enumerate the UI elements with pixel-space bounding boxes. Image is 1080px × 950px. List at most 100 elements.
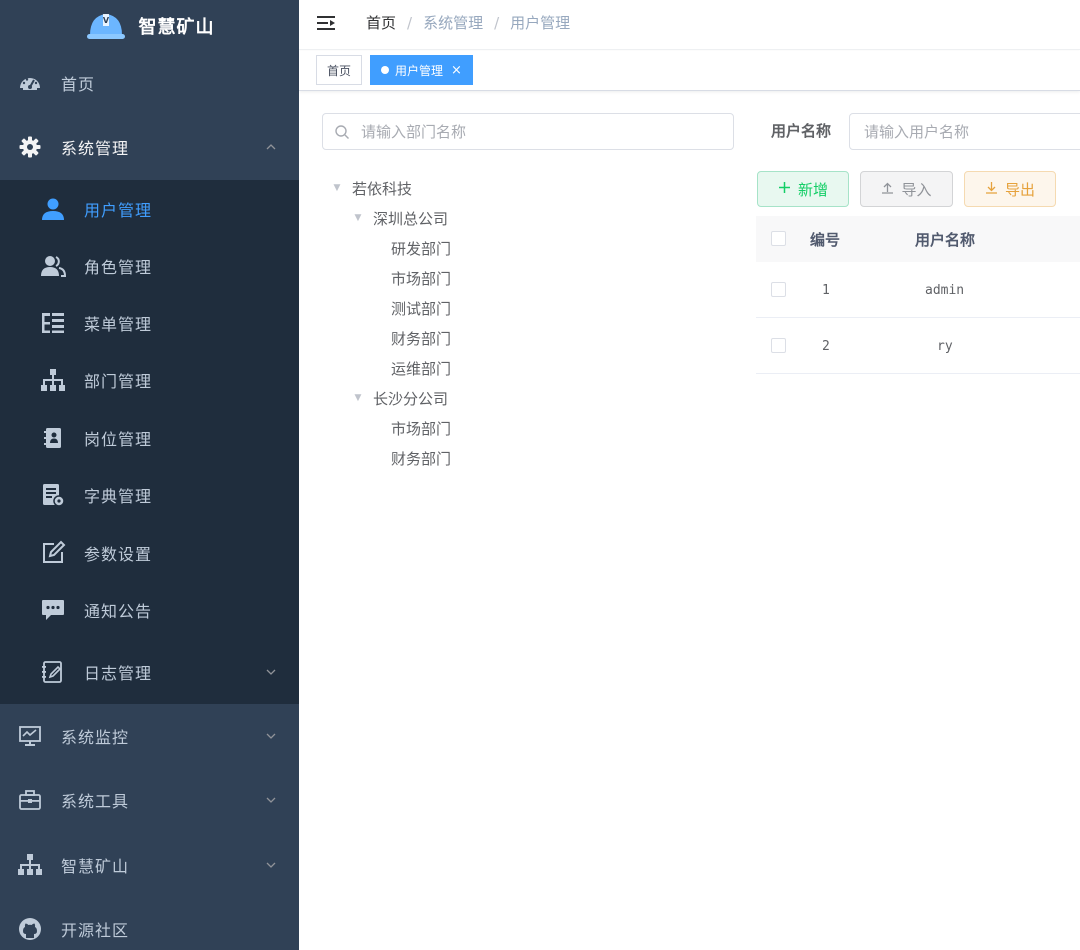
sidebar-item-smart-mine[interactable]: 智慧矿山 [0, 833, 299, 897]
sidebar-item-label: 系统工具 [61, 792, 130, 811]
cell-id: 2 [822, 338, 830, 354]
app-logo[interactable]: V 智慧矿山 [0, 0, 299, 52]
gear-icon [18, 135, 42, 159]
tree-node-market-cs[interactable]: 市场部门 [391, 416, 451, 440]
sidebar-item-notice[interactable]: 通知公告 [0, 581, 299, 638]
tree-node-changsha[interactable]: ▼ 长沙分公司 [352, 386, 448, 410]
row-checkbox[interactable] [771, 282, 786, 297]
tag-label: 用户管理 [395, 63, 444, 78]
sidebar-item-system[interactable]: 系统管理 [0, 115, 299, 179]
active-dot-icon [381, 66, 389, 74]
navbar: 首页 / 系统管理 / 用户管理 [299, 0, 1080, 50]
dict-icon [40, 482, 66, 508]
sidebar-item-dict-management[interactable]: 字典管理 [0, 466, 299, 523]
sidebar-item-monitor[interactable]: 系统监控 [0, 704, 299, 768]
app-title: 智慧矿山 [138, 17, 215, 38]
tree-node-market[interactable]: 市场部门 [391, 266, 451, 290]
sidebar-item-label: 日志管理 [84, 663, 153, 683]
tree-node-root[interactable]: ▼ 若依科技 [331, 176, 412, 200]
export-button[interactable]: 导出 [964, 171, 1056, 207]
tree-node-label: 运维部门 [391, 359, 452, 378]
org-tree-icon [40, 367, 66, 393]
cell-id: 1 [822, 282, 830, 298]
tree-node-label: 市场部门 [391, 269, 452, 288]
tree-node-dev[interactable]: 研发部门 [391, 236, 451, 260]
breadcrumb-item-system: 系统管理 [423, 14, 484, 32]
username-input[interactable] [862, 114, 1080, 149]
breadcrumb-item-home[interactable]: 首页 [366, 12, 396, 33]
tag-user-management[interactable]: 用户管理 × [370, 55, 473, 85]
column-header-id[interactable]: 编号 [810, 216, 840, 262]
helmet-logo-icon: V [85, 9, 127, 43]
edit-icon [40, 540, 66, 566]
sidebar-item-label: 字典管理 [84, 486, 153, 506]
sidebar-item-community[interactable]: 开源社区 [0, 897, 299, 950]
sidebar-item-label: 系统监控 [61, 728, 130, 747]
add-button[interactable]: 新增 [757, 171, 849, 207]
sidebar-item-user-management[interactable]: 用户管理 [0, 180, 299, 237]
log-icon [40, 659, 66, 685]
tree-node-ops[interactable]: 运维部门 [391, 356, 451, 380]
tag-home[interactable]: 首页 [316, 55, 363, 85]
tree-node-shenzhen[interactable]: ▼ 深圳总公司 [352, 206, 448, 230]
breadcrumb-separator: / [494, 13, 500, 32]
dept-search-input[interactable] [359, 114, 719, 149]
table-row[interactable]: 2 ry [756, 318, 1080, 374]
sidebar-item-label: 通知公告 [84, 601, 153, 621]
sidebar-item-label: 开源社区 [61, 921, 130, 940]
chevron-up-icon [265, 141, 277, 153]
table-header: 编号 用户名称 [756, 216, 1080, 262]
column-header-username[interactable]: 用户名称 [915, 216, 975, 262]
sidebar-item-menu-management[interactable]: 菜单管理 [0, 294, 299, 351]
tree-node-label: 市场部门 [391, 419, 452, 438]
sidebar-item-label: 用户管理 [84, 200, 153, 220]
tree-node-label: 财务部门 [391, 329, 452, 348]
select-all-checkbox[interactable] [771, 231, 786, 246]
tree-node-finance-cs[interactable]: 财务部门 [391, 446, 451, 470]
sidebar-item-params[interactable]: 参数设置 [0, 524, 299, 581]
monitor-icon [18, 724, 42, 748]
breadcrumb-separator: / [407, 13, 413, 32]
tree-node-finance[interactable]: 财务部门 [391, 326, 451, 350]
message-icon [40, 597, 66, 623]
import-button-label: 导入 [901, 180, 932, 199]
download-icon [985, 180, 998, 198]
sidebar-item-role-management[interactable]: 角色管理 [0, 237, 299, 294]
tree-node-label: 深圳总公司 [373, 209, 449, 228]
search-icon [334, 124, 350, 140]
caret-down-icon[interactable]: ▼ [331, 183, 343, 193]
dashboard-icon [18, 71, 42, 95]
import-button[interactable]: 导入 [860, 171, 953, 207]
chevron-down-icon [265, 666, 277, 678]
sidebar-item-tools[interactable]: 系统工具 [0, 768, 299, 832]
row-checkbox[interactable] [771, 338, 786, 353]
sidebar-item-post-management[interactable]: 岗位管理 [0, 409, 299, 466]
caret-down-icon[interactable]: ▼ [352, 213, 364, 223]
plus-icon [778, 180, 791, 198]
svg-text:V: V [102, 16, 109, 25]
user-icon [40, 196, 66, 222]
hamburger-icon[interactable] [316, 13, 338, 33]
table-row[interactable]: 1 admin [756, 262, 1080, 318]
add-button-label: 新增 [797, 180, 828, 199]
username-label: 用户名称 [771, 122, 832, 140]
sidebar-item-label: 岗位管理 [84, 429, 153, 449]
tree-node-label: 研发部门 [391, 239, 452, 258]
chevron-down-icon [265, 794, 277, 806]
tree-icon [18, 853, 42, 877]
sidebar-item-label: 菜单管理 [84, 314, 153, 334]
tree-node-label: 长沙分公司 [373, 389, 449, 408]
sidebar-item-home[interactable]: 首页 [0, 51, 299, 115]
sidebar: V 智慧矿山 首页 系统管理 用户管理 角色管理 菜单管理 部门管理 岗位管理 … [0, 0, 299, 950]
tree-node-label: 测试部门 [391, 299, 452, 318]
close-icon[interactable]: × [451, 63, 462, 78]
tree-node-test[interactable]: 测试部门 [391, 296, 451, 320]
export-button-label: 导出 [1004, 180, 1035, 199]
tree-table-icon [40, 310, 66, 336]
dept-search-field [322, 113, 734, 150]
sidebar-item-dept-management[interactable]: 部门管理 [0, 351, 299, 408]
caret-down-icon[interactable]: ▼ [352, 393, 364, 403]
tree-node-label: 若依科技 [352, 179, 413, 198]
sidebar-item-label: 参数设置 [84, 544, 153, 564]
sidebar-item-log-management[interactable]: 日志管理 [0, 643, 299, 700]
